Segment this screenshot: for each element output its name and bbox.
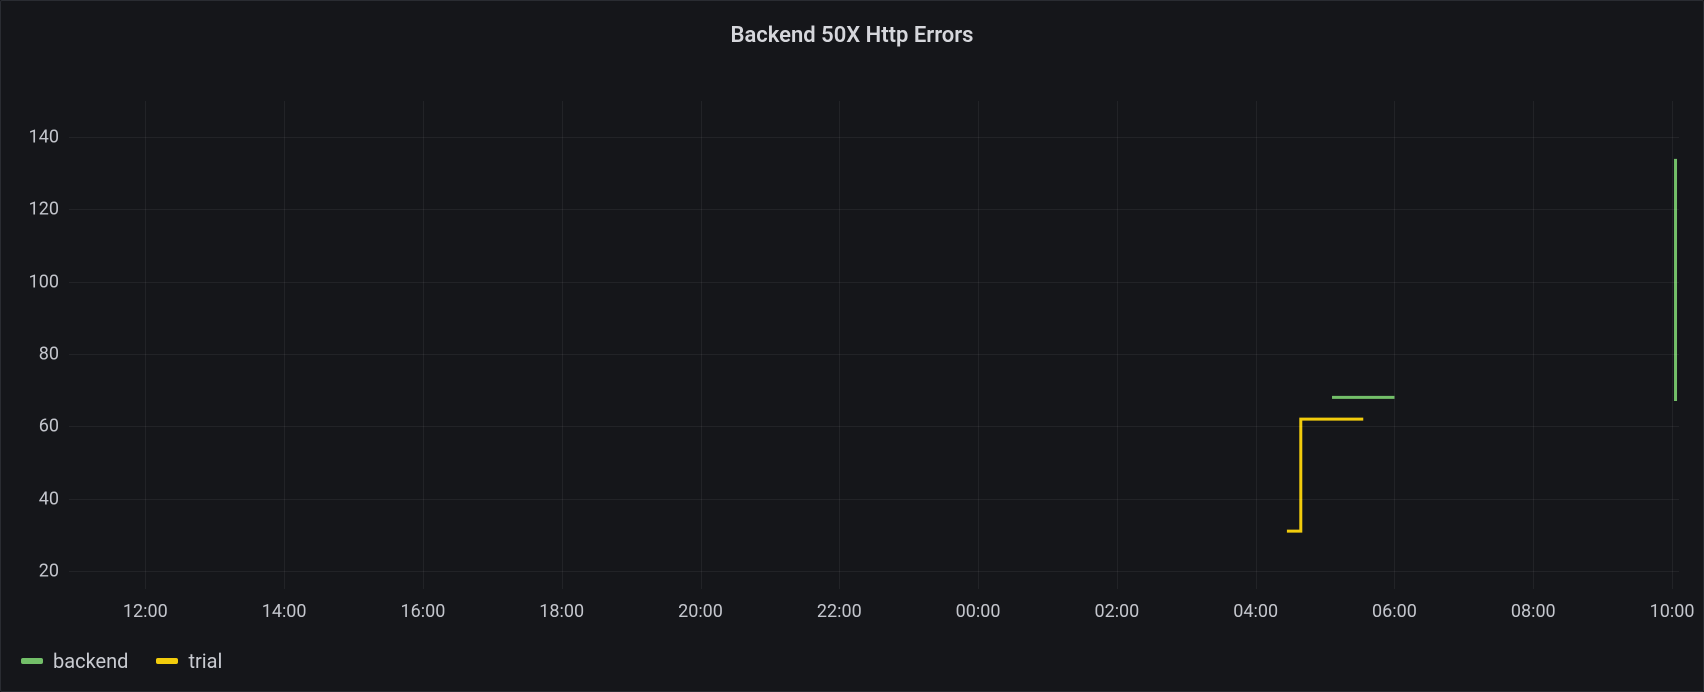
y-tick-label: 100 <box>1 271 59 292</box>
gridline-v <box>701 101 702 589</box>
gridline-h <box>69 209 1679 210</box>
x-tick-label: 22:00 <box>817 601 862 622</box>
y-tick-label: 120 <box>1 199 59 220</box>
x-axis: 12:00 14:00 16:00 18:00 20:00 22:00 00:00 02:00… <box>69 601 1679 629</box>
y-tick-label: 40 <box>1 488 59 509</box>
y-tick-label: 140 <box>1 127 59 148</box>
gridline-h <box>69 282 1679 283</box>
series-trial <box>1287 419 1363 531</box>
gridline-v <box>1533 101 1534 589</box>
y-tick-label: 20 <box>1 560 59 581</box>
gridline-v <box>978 101 979 589</box>
x-tick-label: 18:00 <box>539 601 584 622</box>
plot-area[interactable] <box>69 101 1679 589</box>
y-tick-label: 60 <box>1 416 59 437</box>
gridline-v <box>145 101 146 589</box>
legend: backend trial <box>21 649 222 673</box>
chart-title: Backend 50X Http Errors <box>1 23 1703 48</box>
legend-label: trial <box>188 649 222 673</box>
x-tick-label: 06:00 <box>1372 601 1417 622</box>
y-axis: 20 40 60 80 100 120 140 <box>1 101 59 589</box>
x-tick-label: 04:00 <box>1233 601 1278 622</box>
chart-panel: Backend 50X Http Errors 20 40 60 80 100 120 14… <box>0 0 1704 692</box>
legend-label: backend <box>53 649 128 673</box>
gridline-h <box>69 571 1679 572</box>
x-tick-label: 20:00 <box>678 601 723 622</box>
x-tick-label: 08:00 <box>1511 601 1556 622</box>
gridline-v <box>562 101 563 589</box>
gridline-h <box>69 354 1679 355</box>
gridline-v <box>423 101 424 589</box>
gridline-v <box>839 101 840 589</box>
gridline-h <box>69 499 1679 500</box>
y-tick-label: 80 <box>1 344 59 365</box>
legend-swatch-icon <box>21 658 43 664</box>
x-tick-label: 02:00 <box>1094 601 1139 622</box>
gridline-h <box>69 426 1679 427</box>
gridline-v <box>1394 101 1395 589</box>
x-tick-label: 10:00 <box>1650 601 1695 622</box>
gridline-v <box>1117 101 1118 589</box>
gridline-h <box>69 137 1679 138</box>
x-tick-label: 12:00 <box>123 601 168 622</box>
x-tick-label: 14:00 <box>262 601 307 622</box>
chart-svg <box>69 101 1679 589</box>
x-tick-label: 00:00 <box>956 601 1001 622</box>
gridline-v <box>1256 101 1257 589</box>
x-tick-label: 16:00 <box>401 601 446 622</box>
gridline-v <box>284 101 285 589</box>
legend-swatch-icon <box>156 658 178 664</box>
legend-item-trial[interactable]: trial <box>156 649 222 673</box>
gridline-v <box>1672 101 1673 589</box>
legend-item-backend[interactable]: backend <box>21 649 128 673</box>
